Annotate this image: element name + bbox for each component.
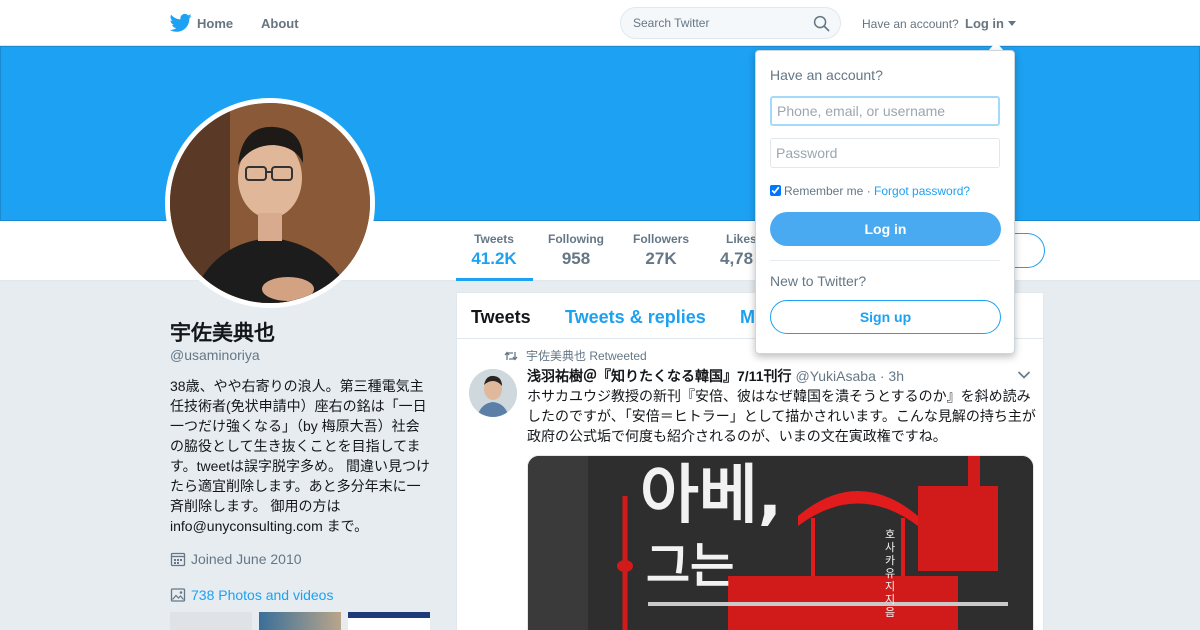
tweet-header: 浅羽祐樹＠『知りたくなる韓国』7/11刊行 @YukiAsaba · 3h (527, 366, 904, 386)
photos-videos-link[interactable]: 738 Photos and videos (170, 587, 333, 603)
remember-row: Remember me · Forgot password? (770, 184, 970, 198)
signup-button[interactable]: Sign up (770, 300, 1001, 334)
tab-media[interactable]: M (740, 307, 755, 328)
dropdown-title: Have an account? (770, 67, 883, 83)
active-tab-underline (456, 278, 533, 281)
tweet-author-avatar[interactable] (469, 369, 517, 417)
photo-thumbnail[interactable] (348, 612, 430, 630)
stat-followers[interactable]: Followers 27K (631, 232, 691, 269)
stat-following[interactable]: Following 958 (546, 232, 606, 269)
tweet-time[interactable]: · 3h (880, 368, 904, 384)
nav-about-link[interactable]: About (261, 16, 299, 31)
joined-text: Joined June 2010 (191, 551, 302, 567)
calendar-icon (170, 552, 186, 567)
search-icon[interactable] (813, 15, 830, 32)
photo-thumbnail[interactable] (170, 612, 252, 630)
search-input[interactable] (633, 16, 803, 30)
new-to-twitter-text: New to Twitter? (770, 273, 867, 289)
top-navigation: Home About Have an account? Log in (0, 0, 1200, 46)
tweet-text: ホサカユウジ教授の新刊『安倍、彼はなぜ韓国を潰そうとするのか』を斜め読みしたので… (527, 388, 1036, 444)
joined-date: Joined June 2010 (170, 551, 302, 567)
media-title-text: 그는 (646, 538, 735, 594)
image-icon (170, 588, 186, 602)
retweet-context: 宇佐美典也 Retweeted (504, 347, 647, 364)
retweeted-by-text[interactable]: 宇佐美典也 Retweeted (526, 349, 647, 363)
chevron-down-icon[interactable] (1008, 21, 1016, 26)
photos-videos-label[interactable]: 738 Photos and videos (191, 587, 333, 603)
divider (770, 260, 1000, 261)
retweet-icon (504, 351, 518, 361)
login-button[interactable]: Log in (770, 212, 1001, 246)
stat-label: Following (548, 232, 604, 246)
separator-dot: · (863, 184, 875, 198)
photo-thumbnail[interactable] (259, 612, 341, 630)
media-title-text: 아베, (640, 459, 783, 533)
tweet-author-handle[interactable]: @YukiAsaba (795, 368, 875, 384)
tab-tweets-replies[interactable]: Tweets & replies (565, 307, 706, 328)
login-dropdown-toggle[interactable]: Log in (965, 16, 1004, 31)
stat-label: Followers (632, 232, 689, 246)
remember-me-label[interactable]: Remember me (784, 184, 863, 198)
profile-avatar[interactable] (165, 98, 375, 308)
tweet-media-image[interactable]: 아베, 그는 호사카 유지 지음 (527, 455, 1034, 630)
username-input[interactable] (770, 96, 1000, 126)
chevron-down-icon[interactable] (1017, 370, 1031, 380)
remember-me-checkbox[interactable] (770, 185, 781, 196)
profile-bio: 38歳、やや右寄りの浪人。第三種電気主任技術者(免状申請中）座右の銘は「一日一つ… (170, 378, 430, 534)
stat-value: 41.2K (471, 249, 517, 268)
twitter-bird-icon[interactable] (170, 13, 192, 33)
have-account-text: Have an account? (862, 17, 959, 31)
stat-label: Tweets (474, 232, 514, 246)
profile-name[interactable]: 宇佐美典也 (170, 317, 275, 347)
media-author-text: 호사카 유지 지음 (885, 528, 896, 619)
password-input[interactable] (770, 138, 1000, 168)
stat-value: 27K (645, 249, 677, 268)
avatar-photo (170, 103, 370, 303)
stat-value: 958 (561, 249, 591, 268)
search-box (620, 7, 841, 39)
tweet-author-name[interactable]: 浅羽祐樹＠『知りたくなる韓国』7/11刊行 (527, 368, 791, 384)
profile-handle[interactable]: @usaminoriya (170, 347, 260, 363)
nav-home-link[interactable]: Home (197, 16, 233, 31)
login-dropdown: Have an account? Remember me · Forgot pa… (755, 50, 1015, 354)
stat-tweets[interactable]: Tweets 41.2K (470, 232, 518, 269)
tab-tweets[interactable]: Tweets (471, 307, 531, 328)
forgot-password-link[interactable]: Forgot password? (874, 184, 970, 198)
